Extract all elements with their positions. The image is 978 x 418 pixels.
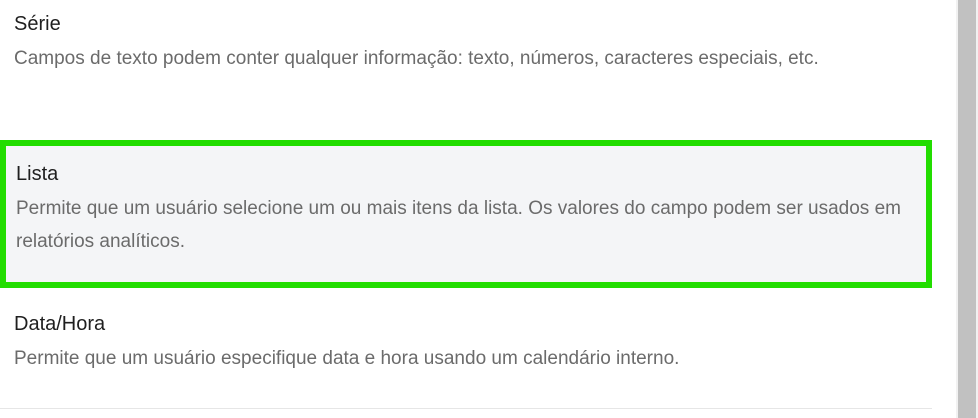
option-title: Data/Hora xyxy=(14,313,106,335)
option-title: Série xyxy=(14,13,61,35)
option-description: Permite que um usuário selecione um ou m… xyxy=(16,198,901,252)
divider xyxy=(0,408,932,409)
option-title: Lista xyxy=(16,163,59,185)
scrollbar-thumb[interactable] xyxy=(958,0,976,418)
vertical-scrollbar[interactable] xyxy=(956,0,978,418)
option-serie[interactable]: Série Campos de texto podem conter qualq… xyxy=(0,10,932,128)
option-description: Campos de texto podem conter qualquer in… xyxy=(14,48,819,69)
field-type-list: Série Campos de texto podem conter qualq… xyxy=(0,0,940,418)
option-lista[interactable]: Lista Permite que um usuário selecione u… xyxy=(0,140,932,288)
option-description: Permite que um usuário especifique data … xyxy=(14,348,680,369)
option-data-hora[interactable]: Data/Hora Permite que um usuário especif… xyxy=(0,310,932,408)
